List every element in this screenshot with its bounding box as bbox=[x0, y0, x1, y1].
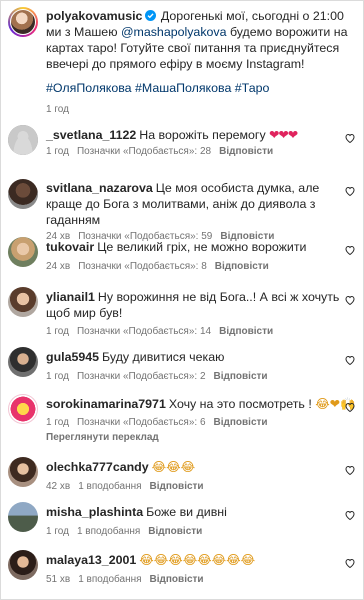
comment-likes[interactable]: Позначки «Подобається»: 6 bbox=[77, 417, 206, 428]
comment-text: Буду дивитися чекаю bbox=[102, 350, 225, 364]
heart-outline-icon[interactable] bbox=[344, 509, 356, 521]
commenter-username[interactable]: misha_plashinta bbox=[46, 505, 143, 519]
heart-outline-icon[interactable] bbox=[344, 185, 356, 197]
comment-text: На ворожіть перемогу bbox=[139, 128, 266, 142]
comment-likes[interactable]: 1 вподобання bbox=[78, 574, 141, 585]
comment-time: 1 год bbox=[46, 326, 69, 337]
commenter-username[interactable]: _svetlana_1122 bbox=[46, 128, 136, 142]
caption-text: polyakovamusic Дорогенькі мої, сьогодні … bbox=[46, 9, 348, 71]
comment-likes[interactable]: Позначки «Подобається»: 14 bbox=[77, 326, 211, 337]
comment-likes[interactable]: Позначки «Подобається»: 2 bbox=[77, 371, 206, 382]
commenter-avatar[interactable] bbox=[8, 125, 38, 155]
comment-time: 42 хв bbox=[46, 481, 71, 492]
verified-badge-icon bbox=[145, 10, 157, 21]
comment-time: 51 хв bbox=[46, 574, 71, 585]
comment-emoji: 😂😂😂😂😂😂😂😂 bbox=[139, 552, 256, 567]
heart-outline-icon[interactable] bbox=[344, 464, 356, 476]
commenter-avatar[interactable] bbox=[8, 457, 38, 487]
commenter-username[interactable]: svitlana_nazarova bbox=[46, 181, 153, 195]
reply-button[interactable]: Відповісти bbox=[214, 417, 268, 428]
commenter-username[interactable]: olechka777candy bbox=[46, 460, 149, 474]
comment-likes[interactable]: Позначки «Подобається»: 28 bbox=[77, 146, 211, 157]
commenter-avatar[interactable] bbox=[8, 287, 38, 317]
reply-button[interactable]: Відповісти bbox=[214, 371, 268, 382]
post-author-username[interactable]: polyakovamusic bbox=[46, 9, 142, 23]
comment-emoji: ❤❤❤ bbox=[269, 127, 298, 142]
comments-panel: polyakovamusic Дорогенькі мої, сьогодні … bbox=[0, 0, 364, 600]
see-translation-link[interactable]: Переглянути переклад bbox=[46, 432, 357, 443]
commenter-username[interactable]: malaya13_2001 bbox=[46, 553, 136, 567]
comment-likes[interactable]: 1 вподобання bbox=[78, 481, 141, 492]
reply-button[interactable]: Відповісти bbox=[215, 261, 269, 272]
reply-button[interactable]: Відповісти bbox=[148, 526, 202, 537]
comment-time: 1 год bbox=[46, 146, 69, 157]
reply-button[interactable]: Відповісти bbox=[219, 326, 273, 337]
commenter-username[interactable]: tukovair bbox=[46, 240, 94, 254]
reply-button[interactable]: Відповісти bbox=[219, 146, 273, 157]
comment-text: Хочу на это посмотреть ! bbox=[168, 397, 312, 411]
heart-outline-icon[interactable] bbox=[344, 294, 356, 306]
comment-text: Боже ви дивні bbox=[146, 505, 227, 519]
heart-outline-icon[interactable] bbox=[344, 244, 356, 256]
comment-time: 1 год bbox=[46, 417, 69, 428]
comment-text: Це великий гріх, не можно ворожити bbox=[97, 240, 307, 254]
heart-outline-icon[interactable] bbox=[344, 132, 356, 144]
commenter-avatar[interactable] bbox=[8, 179, 38, 209]
heart-outline-icon[interactable] bbox=[344, 557, 356, 569]
comment-likes[interactable]: 1 вподобання bbox=[77, 526, 140, 537]
comment-time: 1 год bbox=[46, 526, 69, 537]
comment-time: 24 хв bbox=[46, 261, 71, 272]
heart-outline-icon[interactable] bbox=[344, 401, 356, 413]
mention-link[interactable]: @mashapolyakova bbox=[121, 25, 227, 39]
commenter-avatar[interactable] bbox=[8, 347, 38, 377]
reply-button[interactable]: Відповісти bbox=[150, 481, 204, 492]
commenter-avatar[interactable] bbox=[8, 237, 38, 267]
reply-button[interactable]: Відповісти bbox=[150, 574, 204, 585]
comment-time: 1 год bbox=[46, 371, 69, 382]
comment-likes[interactable]: Позначки «Подобається»: 8 bbox=[78, 261, 207, 272]
commenter-avatar[interactable] bbox=[8, 502, 38, 532]
commenter-username[interactable]: ylianail1 bbox=[46, 290, 95, 304]
commenter-avatar[interactable] bbox=[8, 550, 38, 580]
post-author-avatar[interactable] bbox=[8, 7, 38, 37]
post-hashtags[interactable]: #ОляПолякова #МашаПолякова #Таро bbox=[46, 80, 357, 96]
comment-emoji: 😂😂😂 bbox=[151, 459, 196, 474]
commenter-username[interactable]: sorokinamarina7971 bbox=[46, 397, 166, 411]
commenter-avatar[interactable] bbox=[8, 394, 38, 424]
heart-outline-icon[interactable] bbox=[344, 354, 356, 366]
commenter-username[interactable]: gula5945 bbox=[46, 350, 99, 364]
post-time: 1 год bbox=[46, 104, 69, 115]
